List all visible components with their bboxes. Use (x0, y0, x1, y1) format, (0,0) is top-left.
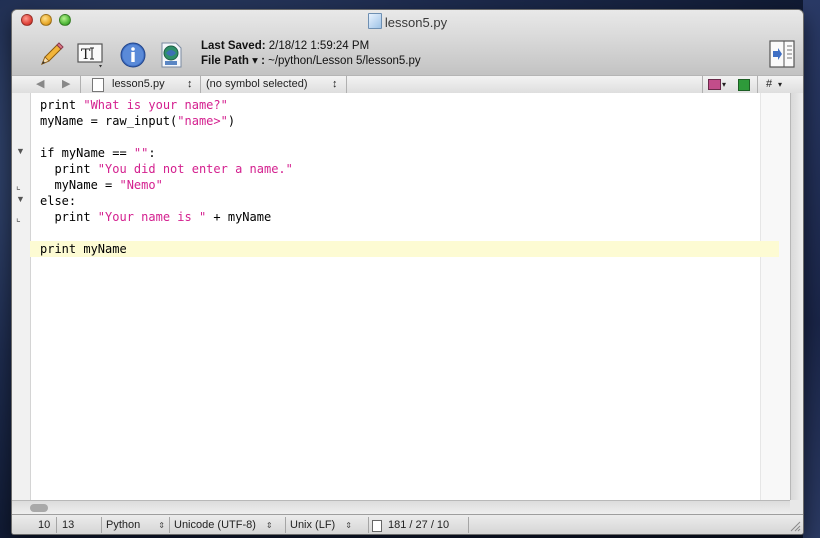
resize-grip-icon[interactable] (789, 520, 801, 532)
horizontal-scrollbar[interactable] (12, 500, 790, 515)
divider (468, 517, 469, 533)
text-options-icon[interactable]: T (75, 40, 105, 70)
fold-open-icon[interactable]: ▼ (16, 146, 25, 156)
divider (346, 76, 347, 93)
file-info: Last Saved: 2/18/12 1:59:24 PM File Path… (201, 39, 421, 69)
code-editor[interactable]: ▼ ⌞ ▼ ⌞ print "What is your name?" myName… (12, 93, 790, 500)
editor-window: lesson5.py T Last Saved: 2/18/12 1:59:24… (12, 10, 803, 534)
code-token: myName = raw_input( (40, 114, 178, 128)
divider (285, 517, 286, 533)
string-literal: "Nemo" (119, 178, 163, 192)
chevron-down-icon[interactable]: ▾ (722, 77, 726, 92)
string-literal: "" (133, 146, 149, 160)
line-number: 10 (38, 519, 51, 531)
language-menu[interactable]: Python ⇕ (106, 518, 165, 532)
divider (368, 517, 369, 533)
chevron-down-icon[interactable]: ▾ (778, 77, 782, 92)
python-file-icon[interactable] (156, 40, 186, 70)
markers-icon[interactable] (708, 79, 721, 90)
string-literal: "name>" (177, 114, 228, 128)
line-endings-menu[interactable]: Unix (LF) ⇕ (290, 518, 352, 532)
updown-icon: ⇕ (345, 521, 352, 530)
python-document-icon (367, 13, 382, 29)
info-icon[interactable] (118, 40, 148, 70)
document-stats-icon (372, 520, 382, 532)
desktop-background (803, 0, 820, 538)
code-token: if myName == (40, 146, 134, 160)
code-token: ) (227, 114, 236, 128)
symbol-menu-label[interactable]: (no symbol selected) (206, 77, 308, 92)
divider (757, 76, 758, 93)
window-title: lesson5.py (12, 13, 803, 30)
code-line[interactable]: print "Your name is " + myName (40, 209, 779, 225)
symbol-menu-arrows[interactable]: ↕ (332, 77, 338, 92)
encoding-menu[interactable]: Unicode (UTF-8) ⇕ (174, 518, 273, 532)
code-token: print (40, 162, 98, 176)
document-icon (92, 78, 104, 92)
code-line[interactable]: if myName == "": (40, 145, 779, 161)
column-number: 13 (62, 519, 75, 531)
fold-end-icon[interactable]: ⌞ (16, 213, 21, 224)
code-token: else: (40, 194, 77, 208)
svg-text:T: T (81, 47, 91, 63)
string-literal: "You did not enter a name." (97, 162, 293, 176)
scroll-thumb[interactable] (30, 504, 48, 512)
code-line[interactable]: myName = raw_input("name>") (40, 113, 779, 129)
divider (56, 517, 57, 533)
fold-end-icon[interactable]: ⌞ (16, 181, 21, 192)
line-gutter: ▼ ⌞ ▼ ⌞ (12, 93, 31, 500)
fold-open-icon[interactable]: ▼ (16, 194, 25, 204)
divider (702, 76, 703, 93)
counterpart-icon[interactable] (738, 79, 750, 91)
document-drawer-icon[interactable] (769, 40, 795, 68)
file-menu-arrows[interactable]: ↕ (187, 77, 193, 92)
back-arrow-icon[interactable]: ◀ (36, 77, 44, 92)
document-counts: 181 / 27 / 10 (388, 519, 450, 531)
code-line[interactable]: else: (40, 193, 779, 209)
divider (80, 76, 81, 93)
last-saved-label: Last Saved: (201, 40, 266, 52)
title-bar: lesson5.py T Last Saved: 2/18/12 1:59:24… (12, 10, 803, 85)
status-bar: 10 13 Python ⇕ Unicode (UTF-8) ⇕ Unix (LF)… (12, 514, 803, 534)
language-label: Python (106, 519, 141, 531)
divider (169, 517, 170, 533)
divider (101, 517, 102, 533)
line-endings-label: Unix (LF) (290, 519, 336, 531)
code-token: : (148, 146, 156, 160)
window-title-text: lesson5.py (384, 15, 448, 30)
file-path-label[interactable]: File Path ▾ : (201, 55, 265, 67)
encoding-label: Unicode (UTF-8) (174, 519, 256, 531)
code-token: print myName (40, 242, 127, 256)
code-line[interactable]: ​ (40, 225, 779, 241)
string-literal: "What is your name?" (83, 98, 228, 112)
updown-icon: ⇕ (265, 521, 273, 530)
vertical-scrollbar[interactable] (790, 93, 803, 500)
code-token: print (40, 210, 98, 224)
last-saved-value: 2/18/12 1:59:24 PM (268, 40, 370, 52)
code-line[interactable]: ​ (40, 129, 779, 145)
code-line[interactable]: myName = "Nemo" (40, 177, 779, 193)
file-path-value: ~/python/Lesson 5/lesson5.py (268, 55, 421, 67)
code-line[interactable]: print myName (30, 241, 779, 257)
file-menu-label[interactable]: lesson5.py (112, 77, 165, 92)
code-token: myName = (40, 178, 120, 192)
code-line[interactable]: print "What is your name?" (40, 97, 779, 113)
pencil-icon[interactable] (36, 40, 66, 70)
code-token: print (40, 98, 84, 112)
forward-arrow-icon[interactable]: ▶ (62, 77, 70, 92)
string-literal: "Your name is " (97, 210, 207, 224)
code-token: + myName (206, 210, 272, 224)
code-text[interactable]: print "What is your name?" myName = raw_i… (30, 97, 779, 257)
divider (200, 76, 201, 93)
function-menu-label[interactable]: # (766, 77, 772, 92)
code-line[interactable]: print "You did not enter a name." (40, 161, 779, 177)
updown-icon: ⇕ (158, 521, 165, 530)
navigation-bar: ◀ ▶ lesson5.py ↕ (no symbol selected) ↕ … (12, 75, 803, 94)
